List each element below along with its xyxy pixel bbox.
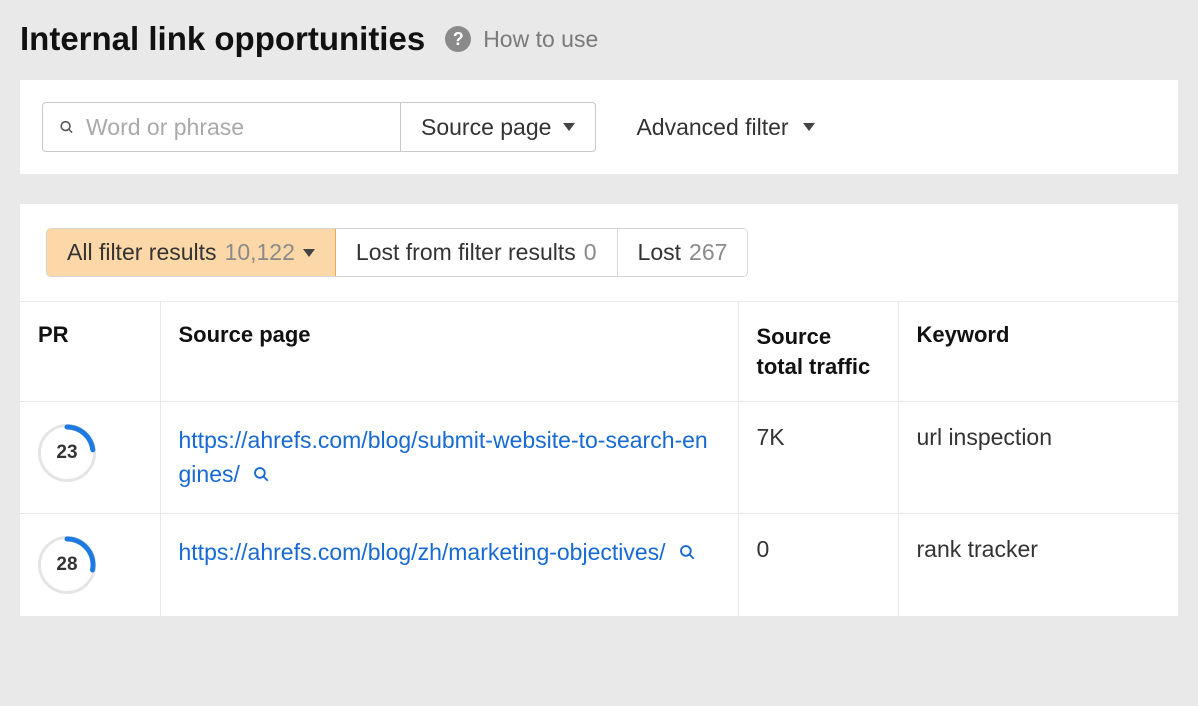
advanced-filter-label: Advanced filter [636,114,788,141]
tab-lost-filter-count: 0 [584,239,597,266]
col-source-traffic[interactable]: Source total traffic [738,302,898,402]
source-page-cell: https://ahrefs.com/blog/zh/marketing-obj… [160,514,738,617]
pr-badge: 23 [38,424,96,482]
help-icon: ? [445,26,471,52]
search-scope-label: Source page [421,114,551,141]
traffic-cell: 7K [738,402,898,514]
table-row: 23 https://ahrefs.com/blog/submit-website… [20,402,1178,514]
keyword-cell: url inspection [898,402,1178,514]
chevron-down-icon [563,123,575,131]
result-tabs: All filter results 10,122 Lost from filt… [20,204,1178,277]
page-header: Internal link opportunities ? How to use [20,20,1178,58]
search-input[interactable] [84,113,384,142]
search-group: Source page [42,102,596,152]
col-pr[interactable]: PR [20,302,160,402]
result-section: All filter results 10,122 Lost from filt… [20,204,1178,617]
chevron-down-icon [803,123,815,131]
search-scope-dropdown[interactable]: Source page [400,103,595,151]
search-icon [59,116,74,138]
table-row: 28 https://ahrefs.com/blog/zh/marketing-o… [20,514,1178,617]
tab-all-filter-results[interactable]: All filter results 10,122 [46,228,336,277]
col-keyword[interactable]: Keyword [898,302,1178,402]
keyword-cell: rank tracker [898,514,1178,617]
tab-lost-label: Lost [638,239,681,266]
tab-lost[interactable]: Lost 267 [617,229,748,276]
how-to-use-link[interactable]: ? How to use [445,26,598,53]
tab-lost-from-filter[interactable]: Lost from filter results 0 [335,229,617,276]
search-bar: Source page Advanced filter [20,80,1178,174]
search-field-wrap [43,103,400,151]
pr-cell: 28 [20,514,160,617]
traffic-cell: 0 [738,514,898,617]
table-header-row: PR Source page Source total traffic Keyw… [20,302,1178,402]
tab-lost-count: 267 [689,239,727,266]
segmented-control: All filter results 10,122 Lost from filt… [46,228,748,277]
col-source-page[interactable]: Source page [160,302,738,402]
inspect-icon[interactable] [252,462,270,489]
pr-cell: 23 [20,402,160,514]
results-table: PR Source page Source total traffic Keyw… [20,301,1178,617]
pr-badge: 28 [38,536,96,594]
how-to-use-label: How to use [483,26,598,53]
chevron-down-icon [303,249,315,257]
tab-all-count: 10,122 [225,239,295,266]
page-title: Internal link opportunities [20,20,425,58]
tab-all-label: All filter results [67,239,217,266]
source-page-link[interactable]: https://ahrefs.com/blog/zh/marketing-obj… [179,539,666,565]
source-page-cell: https://ahrefs.com/blog/submit-website-t… [160,402,738,514]
tab-lost-filter-label: Lost from filter results [356,239,576,266]
advanced-filter-button[interactable]: Advanced filter [636,114,814,141]
inspect-icon[interactable] [678,540,696,567]
